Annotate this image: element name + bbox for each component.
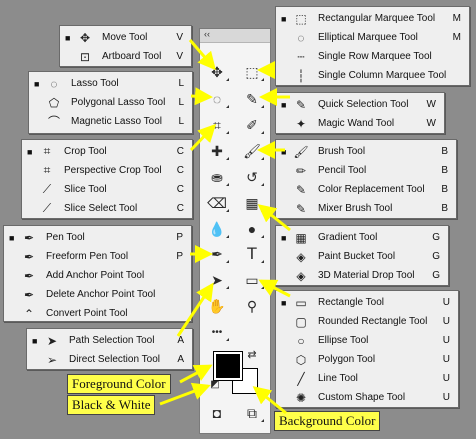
arrow-foreground [179,364,213,384]
arrow-black-white [159,382,211,406]
callout-arrows [159,39,291,415]
arrow-lasso [190,87,213,106]
arrow-crop [189,123,217,152]
arrow-path [176,282,214,337]
arrow-background [252,386,287,415]
arrow-gradient [257,204,291,232]
arrow-shape [258,279,291,298]
arrow-move [188,39,216,71]
